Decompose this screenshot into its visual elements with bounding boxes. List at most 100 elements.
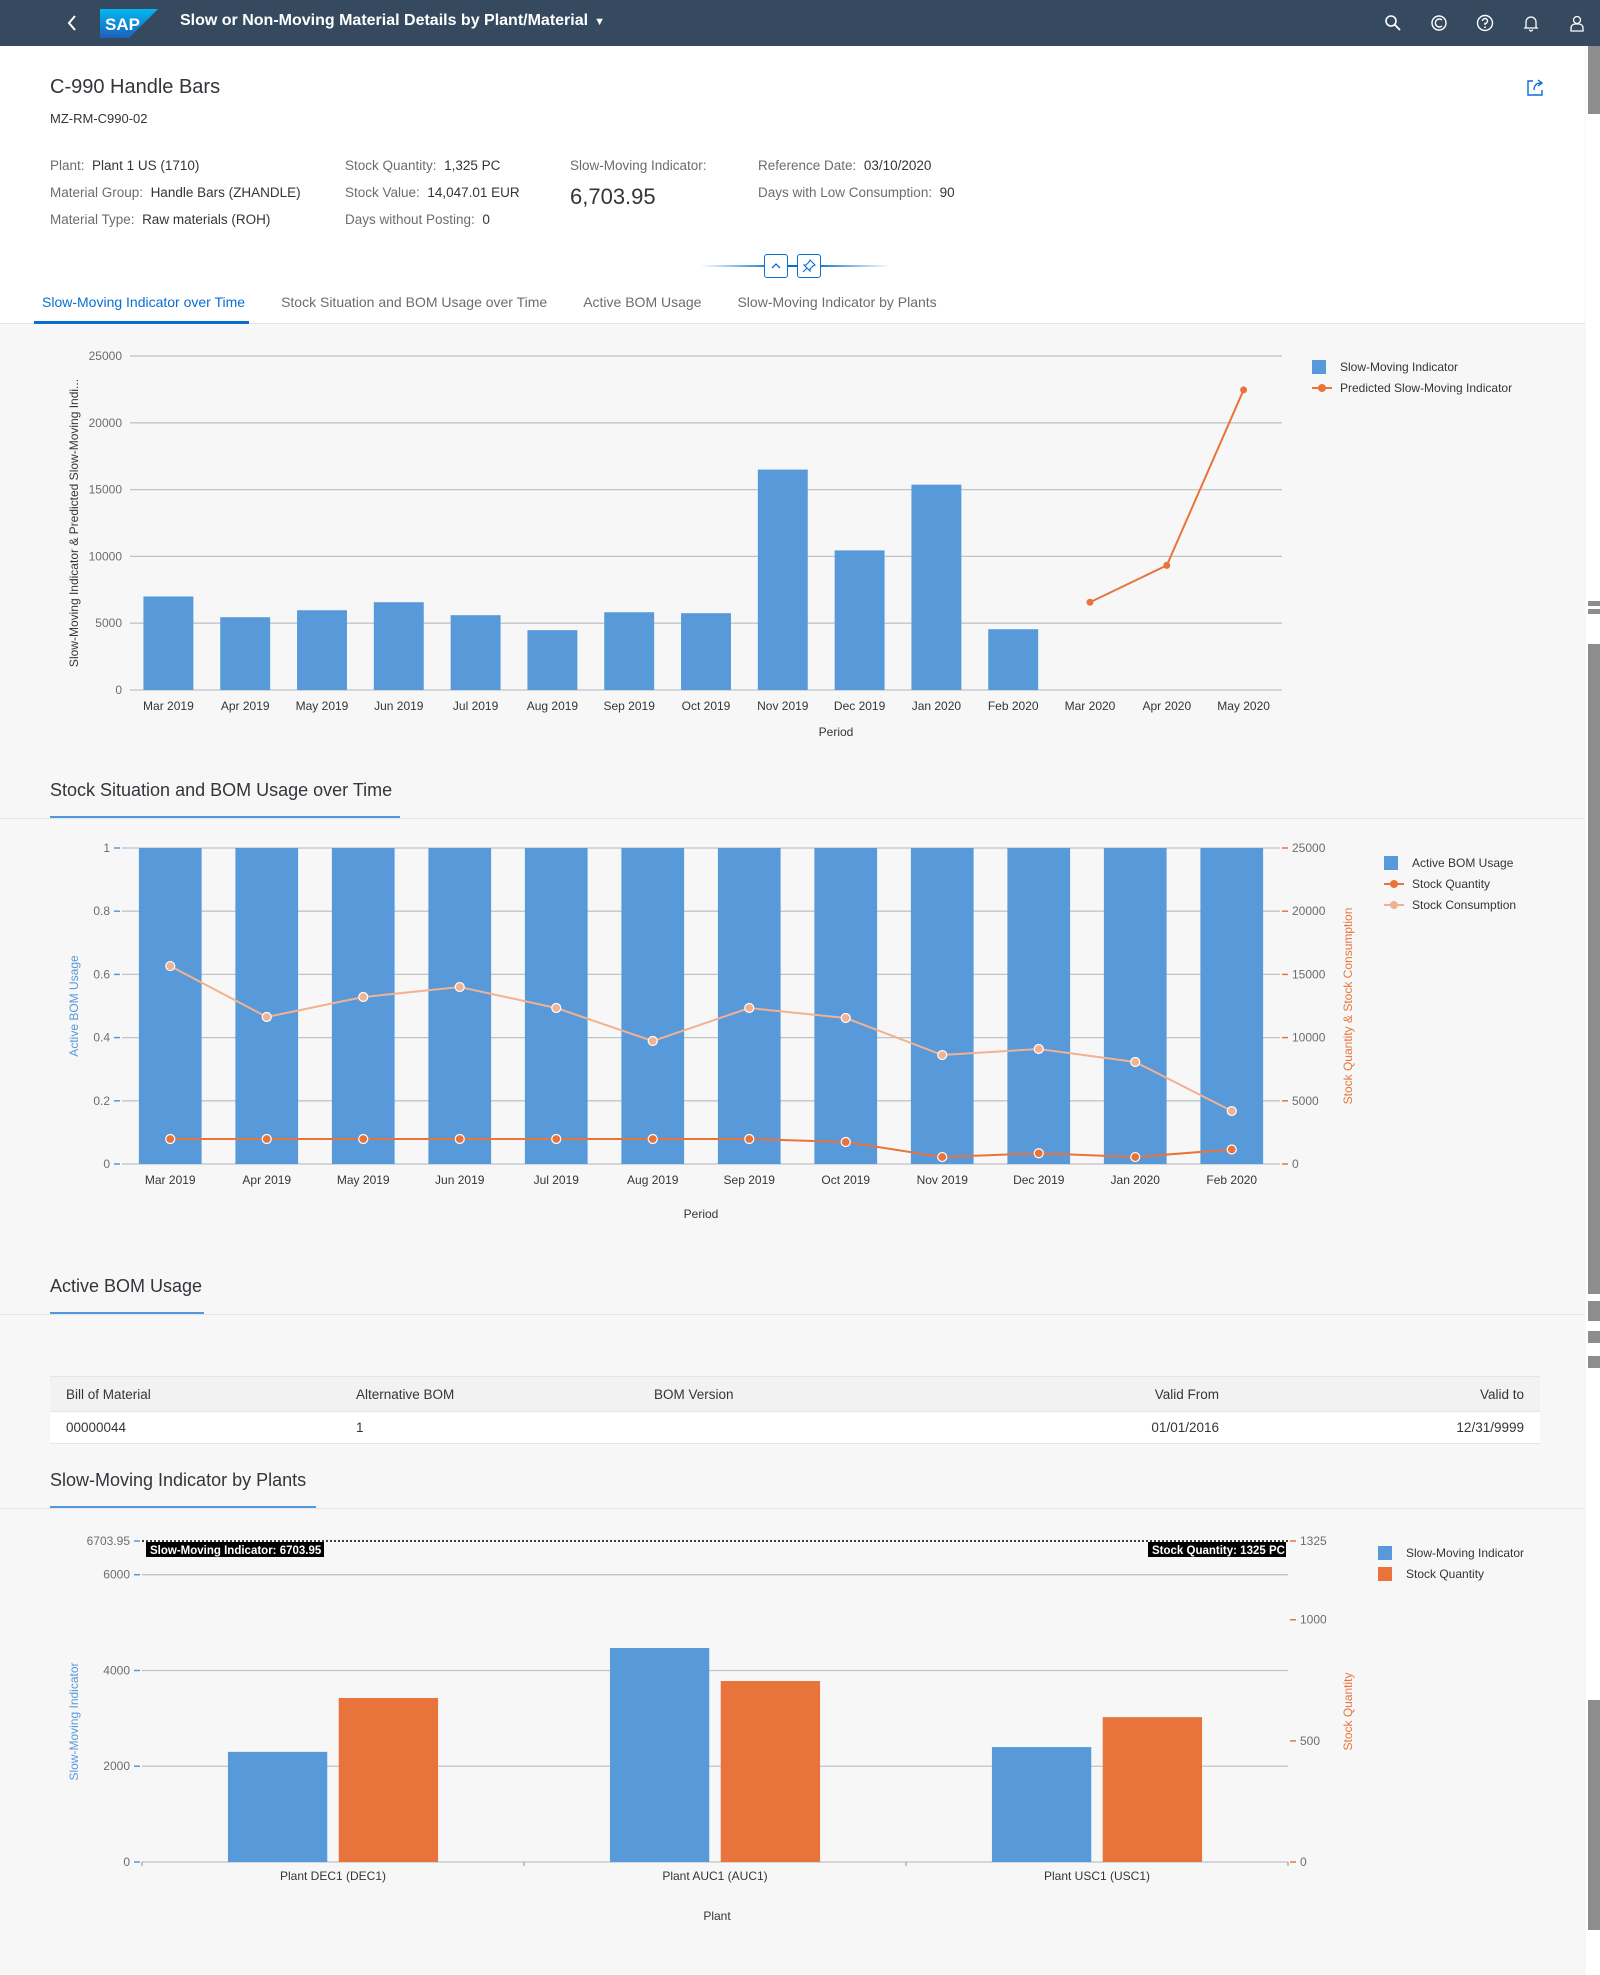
y-axis-title: Slow-Moving Indicator & Predicted Slow-M… bbox=[67, 379, 81, 667]
point-stock-quantity bbox=[1033, 1148, 1044, 1159]
legend-label: Slow-Moving Indicator bbox=[1340, 359, 1459, 374]
y-tick-label: 6703.95 bbox=[87, 1534, 131, 1548]
scrollbar-thumb[interactable] bbox=[1588, 46, 1600, 114]
facet-label: Days with Low Consumption: bbox=[758, 185, 933, 200]
back-button[interactable] bbox=[60, 10, 84, 36]
point-stock-consumption bbox=[261, 1011, 272, 1023]
bar-active-bom-usage bbox=[1200, 848, 1264, 1164]
x-tick-label: Jan 2020 bbox=[1111, 1173, 1161, 1187]
bar-slow-moving-indicator bbox=[143, 596, 194, 690]
legend-chart2: Active BOM Usage Stock Quantity Stock Co… bbox=[1384, 852, 1516, 915]
y2-tick-label: 10000 bbox=[1292, 1031, 1326, 1045]
bar-active-bom-usage bbox=[621, 848, 685, 1164]
y-tick-label: 10000 bbox=[89, 549, 123, 563]
tab-stock-situation[interactable]: Stock Situation and BOM Usage over Time bbox=[279, 282, 549, 324]
bom-table: Bill of Material Alternative BOM BOM Ver… bbox=[50, 1376, 1540, 1444]
cell-valid-from: 01/01/2016 bbox=[1035, 1411, 1235, 1444]
point-stock-quantity bbox=[165, 1133, 176, 1145]
column-header[interactable]: Alternative BOM bbox=[340, 1376, 638, 1412]
bar-slow-moving-indicator bbox=[227, 1751, 328, 1862]
bar-stock-quantity bbox=[720, 1681, 821, 1862]
y2-tick-label: 20000 bbox=[1292, 904, 1326, 918]
share-button[interactable] bbox=[1525, 78, 1545, 98]
line-stock-quantity bbox=[170, 1137, 1232, 1159]
point-stock-quantity bbox=[840, 1136, 851, 1148]
notifications-button[interactable] bbox=[1508, 0, 1554, 46]
pin-header-button[interactable] bbox=[797, 254, 821, 278]
column-header[interactable]: BOM Version bbox=[638, 1376, 1035, 1412]
page-scrollbar[interactable] bbox=[1586, 46, 1600, 1975]
legend-swatch bbox=[1378, 1545, 1392, 1560]
legend-swatch bbox=[1312, 359, 1326, 374]
column-header[interactable]: Valid to bbox=[1235, 1376, 1540, 1412]
tab-slow-moving-by-plants[interactable]: Slow-Moving Indicator by Plants bbox=[735, 282, 938, 324]
y-tick-label: 0 bbox=[123, 1855, 130, 1869]
bar-stock-quantity bbox=[338, 1697, 439, 1862]
point-stock-consumption bbox=[744, 1002, 755, 1014]
cell-alternative-bom: 1 bbox=[340, 1411, 638, 1444]
share-icon bbox=[1527, 79, 1544, 96]
facet-material-group: Material Group: Handle Bars (ZHANDLE) bbox=[50, 179, 301, 206]
point-stock-quantity bbox=[1226, 1144, 1237, 1155]
scrollbar-thumb[interactable] bbox=[1588, 644, 1600, 1294]
facet-material-type: Material Type: Raw materials (ROH) bbox=[50, 206, 301, 233]
bar-active-bom-usage bbox=[910, 848, 974, 1164]
anchor-bar: Slow-Moving Indicator over Time Stock Si… bbox=[0, 282, 971, 324]
point-stock-quantity bbox=[647, 1133, 658, 1145]
tab-slow-moving-over-time[interactable]: Slow-Moving Indicator over Time bbox=[33, 282, 250, 324]
search-icon bbox=[1385, 15, 1401, 31]
facet-value: Raw materials (ROH) bbox=[142, 212, 271, 227]
x-axis-title: Plant bbox=[703, 1909, 731, 1923]
column-header[interactable]: Bill of Material bbox=[50, 1376, 340, 1412]
legend-item-stock-consumption[interactable]: Stock Consumption bbox=[1384, 894, 1516, 915]
facet-days-without-posting: Days without Posting: 0 bbox=[345, 206, 520, 233]
line-predicted-slow-moving-indicator bbox=[1089, 389, 1245, 604]
tab-active-bom-usage[interactable]: Active BOM Usage bbox=[581, 282, 703, 324]
user-button[interactable] bbox=[1554, 0, 1600, 46]
legend-item-predicted[interactable]: Predicted Slow-Moving Indicator bbox=[1312, 377, 1512, 398]
facet-value: 03/10/2020 bbox=[863, 158, 932, 173]
cell-bill-of-material: 00000044 bbox=[50, 1411, 340, 1444]
x-tick-label: Nov 2019 bbox=[757, 699, 809, 713]
x-tick-label: Plant AUC1 (AUC1) bbox=[662, 1869, 767, 1883]
cell-bom-version bbox=[638, 1411, 1035, 1444]
x-tick-label: Mar 2020 bbox=[1065, 699, 1116, 713]
facet-label: Reference Date: bbox=[758, 158, 857, 173]
x-tick-label: Aug 2019 bbox=[627, 1173, 679, 1187]
search-button[interactable] bbox=[1370, 0, 1416, 46]
app-title-menu[interactable]: Slow or Non-Moving Material Details by P… bbox=[180, 12, 605, 30]
x-tick-label: Jun 2019 bbox=[374, 699, 424, 713]
bar-slow-moving-indicator bbox=[609, 1647, 710, 1862]
scrollbar-marker bbox=[1588, 609, 1600, 614]
help-button[interactable] bbox=[1462, 0, 1508, 46]
x-tick-label: Nov 2019 bbox=[917, 1173, 969, 1187]
point-stock-quantity bbox=[744, 1133, 755, 1145]
bar-slow-moving-indicator bbox=[991, 1747, 1092, 1862]
legend-item-slow-moving-indicator[interactable]: Slow-Moving Indicator bbox=[1378, 1542, 1524, 1563]
section-divider bbox=[0, 818, 1585, 819]
collapse-header-button[interactable] bbox=[764, 254, 788, 278]
point-stock-quantity bbox=[358, 1133, 369, 1145]
chart-slow-moving-by-plants: 0 2000 4000 6000 6703.95 0 500 1000 1325 Slow-Mov… bbox=[67, 1534, 1355, 1923]
legend-item-stock-quantity[interactable]: Stock Quantity bbox=[1384, 873, 1516, 894]
y-tick-label: 0.2 bbox=[93, 1094, 110, 1108]
legend-item-stock-quantity[interactable]: Stock Quantity bbox=[1378, 1563, 1524, 1584]
column-header[interactable]: Valid From bbox=[1035, 1376, 1235, 1412]
legend-item-slow-moving-indicator[interactable]: Slow-Moving Indicator bbox=[1312, 356, 1512, 377]
facet-plant: Plant: Plant 1 US (1710) bbox=[50, 152, 301, 179]
legend-item-active-bom-usage[interactable]: Active BOM Usage bbox=[1384, 852, 1516, 873]
table-row[interactable]: 00000044 1 01/01/2016 12/31/9999 bbox=[50, 1411, 1540, 1444]
y-axis-title: Slow-Moving Indicator bbox=[67, 1662, 81, 1780]
copilot-button[interactable] bbox=[1416, 0, 1462, 46]
scrollbar-thumb[interactable] bbox=[1588, 1700, 1600, 1930]
x-tick-label: Apr 2019 bbox=[221, 699, 270, 713]
x-tick-label: Jul 2019 bbox=[453, 699, 499, 713]
legend-line-marker bbox=[1312, 381, 1332, 395]
x-tick-label: Apr 2019 bbox=[242, 1173, 291, 1187]
sap-logo[interactable]: SAP bbox=[100, 9, 158, 38]
y-tick-label: 2000 bbox=[103, 1759, 130, 1773]
legend-swatch bbox=[1378, 1566, 1392, 1581]
kpi-slow-moving-indicator: 6,703.95 bbox=[570, 184, 656, 209]
x-tick-label: Jun 2019 bbox=[435, 1173, 485, 1187]
point-stock-consumption bbox=[358, 991, 369, 1003]
